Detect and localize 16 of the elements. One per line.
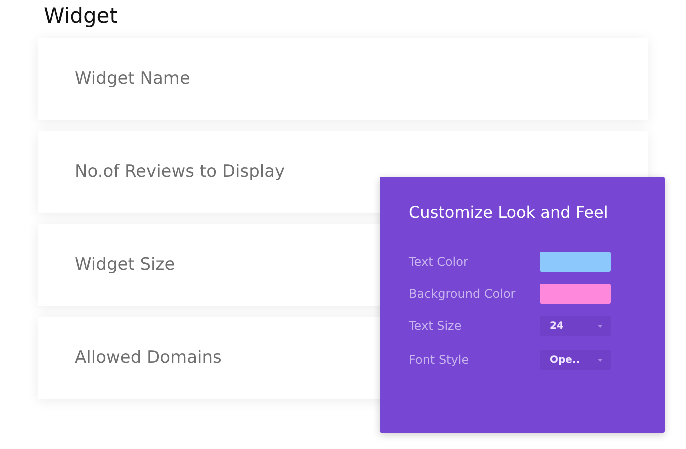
setting-label: Text Color: [409, 255, 470, 269]
setting-label: Text Size: [409, 319, 463, 333]
caret-icon: [598, 358, 603, 362]
field-label: Widget Size: [75, 255, 176, 275]
page-title: Widget: [44, 4, 119, 28]
color-swatch[interactable]: [540, 284, 611, 304]
color-swatch[interactable]: [540, 252, 611, 272]
setting-label: Background Color: [409, 287, 517, 301]
field-label: No.of Reviews to Display: [75, 162, 286, 182]
dropdown[interactable]: Ope..: [540, 350, 611, 370]
caret-icon: [598, 324, 603, 328]
field-label: Widget Name: [75, 69, 190, 89]
dropdown[interactable]: 24: [540, 316, 611, 336]
setting-label: Font Style: [409, 353, 470, 367]
form-field[interactable]: Widget Name: [38, 38, 648, 120]
field-label: Allowed Domains: [75, 348, 222, 368]
